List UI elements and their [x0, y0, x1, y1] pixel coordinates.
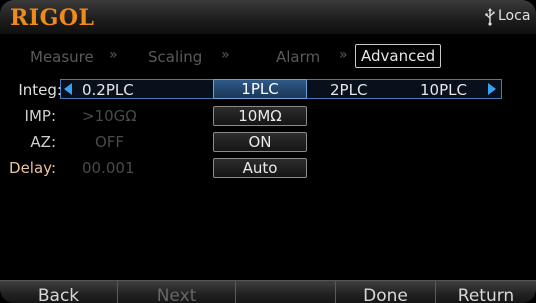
- integ-row: Integ: 0.2PLC 1PLC 2PLC 10PLC: [0, 79, 536, 100]
- next-softkey[interactable]: Next: [118, 281, 236, 303]
- integ-label: Integ:: [18, 81, 62, 99]
- remote-status-text: Loca: [498, 8, 531, 24]
- empty-softkey[interactable]: [236, 281, 336, 303]
- imp-option-10gohm[interactable]: >10GΩ: [82, 107, 137, 125]
- imp-row: IMP: >10GΩ 10MΩ: [0, 106, 536, 126]
- delay-auto-button[interactable]: Auto: [213, 158, 307, 178]
- delay-label: Delay:: [9, 159, 56, 177]
- double-chevron-right-icon: »: [339, 47, 348, 63]
- integ-option-1plc[interactable]: 1PLC: [213, 79, 307, 99]
- integ-option-10plc[interactable]: 10PLC: [420, 81, 467, 99]
- integ-option-2plc[interactable]: 2PLC: [330, 81, 367, 99]
- breadcrumb-scaling[interactable]: Scaling: [148, 48, 202, 66]
- double-chevron-right-icon: »: [221, 47, 230, 63]
- integ-option-0.2plc[interactable]: 0.2PLC: [82, 81, 134, 99]
- delay-row: Delay: 00.001 Auto: [0, 158, 536, 178]
- done-softkey[interactable]: Done: [336, 281, 436, 303]
- breadcrumb-advanced[interactable]: Advanced: [355, 44, 442, 68]
- az-row: AZ: OFF ON: [0, 132, 536, 152]
- usb-icon: [485, 8, 495, 26]
- softkey-bar: Back Next Done Return: [0, 280, 536, 303]
- back-softkey[interactable]: Back: [0, 281, 118, 303]
- double-chevron-right-icon: »: [109, 47, 118, 63]
- rigol-logo: RIGOL: [10, 5, 95, 31]
- breadcrumb-alarm[interactable]: Alarm: [276, 48, 320, 66]
- az-label: AZ:: [30, 133, 56, 151]
- top-bar: RIGOL Loca: [0, 0, 536, 34]
- az-option-off[interactable]: OFF: [95, 133, 124, 151]
- delay-value[interactable]: 00.001: [82, 159, 135, 177]
- instrument-screen: RIGOL Loca Measure » Scaling » Alarm » A…: [0, 0, 536, 303]
- breadcrumb: Measure » Scaling » Alarm » Advanced: [0, 44, 536, 70]
- imp-label: IMP:: [24, 107, 56, 125]
- return-softkey[interactable]: Return: [436, 281, 536, 303]
- az-option-on[interactable]: ON: [213, 132, 307, 152]
- imp-option-10mohm[interactable]: 10MΩ: [213, 106, 307, 126]
- breadcrumb-measure[interactable]: Measure: [30, 48, 94, 66]
